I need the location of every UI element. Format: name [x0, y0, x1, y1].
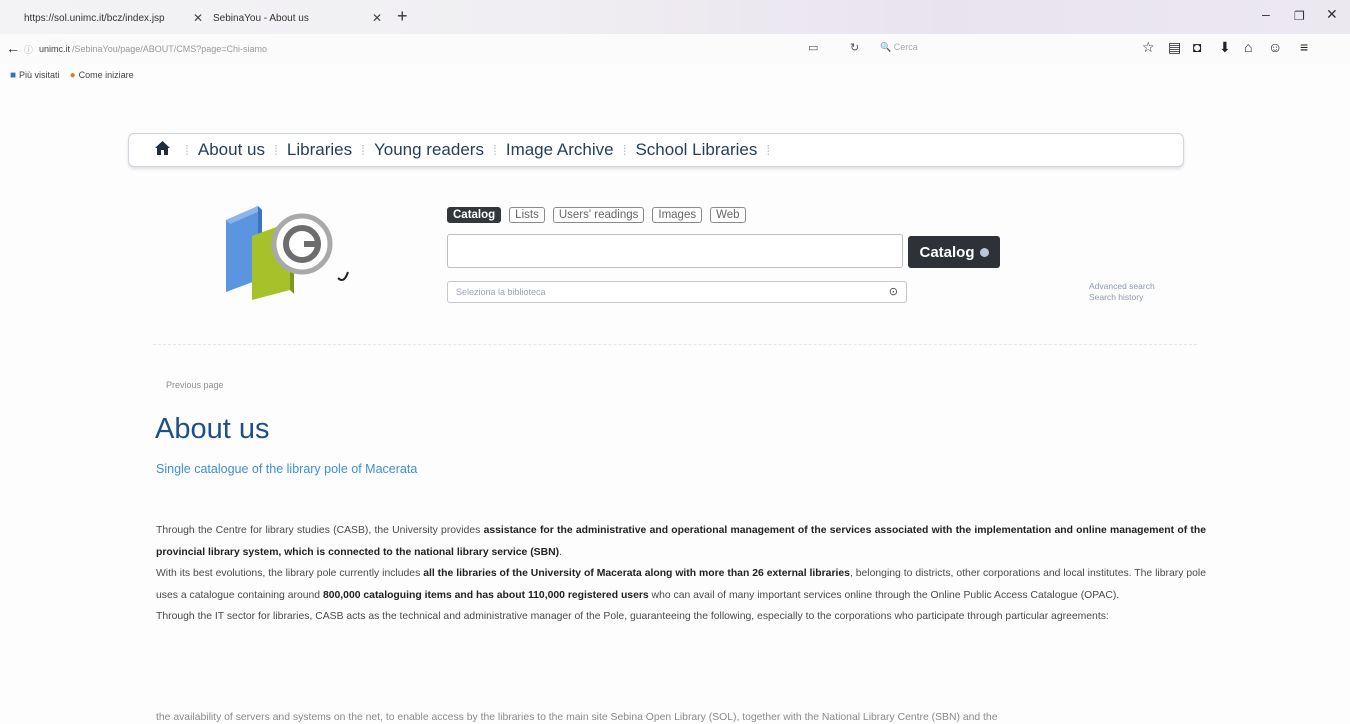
- article-body: Through the Centre for library studies (…: [156, 520, 1206, 628]
- tab-catalog[interactable]: Catalog: [447, 207, 502, 223]
- nav-separator: ⁞: [274, 142, 278, 158]
- browser-tab-sol[interactable]: https://sol.unimc.it/bcz/index.jsp ✕: [24, 9, 209, 27]
- browser-search-box[interactable]: 🔍 Cerca: [880, 42, 918, 53]
- search-history-link[interactable]: Search history: [1089, 292, 1155, 303]
- text: Through the Centre for library studies (…: [156, 525, 484, 536]
- back-arrow-icon[interactable]: ←: [6, 40, 20, 56]
- lock-icon: ⓘ: [24, 44, 34, 55]
- tab-lists[interactable]: Lists: [509, 207, 545, 223]
- tab-images[interactable]: Images: [652, 207, 703, 223]
- bookmarks-bar: ■ Più visitati ● Come iniziare: [0, 64, 1350, 86]
- home-icon[interactable]: [155, 141, 170, 159]
- main-navigation: ⁞ About us ⁞ Libraries ⁞ Young readers ⁞…: [128, 133, 1184, 167]
- divider: [153, 344, 1197, 345]
- star-icon[interactable]: ☆: [1142, 39, 1155, 56]
- search-links: Advanced search Search history: [1089, 281, 1155, 303]
- chevron-down-icon: ⊙: [888, 286, 898, 298]
- page-title: About us: [155, 413, 270, 445]
- close-tab-icon[interactable]: ✕: [366, 11, 388, 25]
- address-bar[interactable]: ⓘ unimc.it /SebinaYou/page/ABOUT/CMS?pag…: [24, 41, 784, 57]
- search-type-tabs: Catalog Lists Users' readings Images Web: [447, 207, 746, 223]
- firefox-icon: ●: [69, 69, 76, 81]
- tab-users-readings[interactable]: Users' readings: [552, 207, 645, 223]
- catalog-search-input[interactable]: [447, 234, 903, 268]
- nav-item-about-us[interactable]: About us: [198, 140, 265, 160]
- text: .: [559, 546, 562, 558]
- reload-icon[interactable]: ↻: [850, 41, 859, 54]
- browser-tab-bar: https://sol.unimc.it/bcz/index.jsp ✕ Seb…: [0, 0, 1350, 34]
- library-icon[interactable]: ▤: [1168, 39, 1181, 56]
- paragraph-1: Through the Centre for library studies (…: [156, 520, 1206, 563]
- nav-item-image-archive[interactable]: Image Archive: [506, 140, 614, 160]
- account-icon[interactable]: ☺: [1268, 39, 1282, 55]
- nav-separator: ⁞: [185, 142, 189, 158]
- close-window-icon[interactable]: ✕: [1326, 6, 1338, 23]
- bookmark-label: Più visitati: [19, 70, 60, 80]
- bold-text: 800,000 cataloguing items and has about …: [322, 589, 649, 601]
- home-icon[interactable]: ⌂: [1244, 39, 1252, 55]
- new-tab-icon[interactable]: +: [397, 6, 408, 27]
- library-select[interactable]: Seleziona la biblioteca ⊙: [447, 281, 907, 303]
- nav-separator: ⁞: [622, 142, 627, 158]
- nav-separator: ⁞: [492, 142, 497, 158]
- menu-icon[interactable]: ≡: [1300, 39, 1308, 55]
- catalog-button-label: Catalog: [919, 243, 975, 261]
- bookmark-icon: ■: [10, 69, 17, 81]
- tab-web[interactable]: Web: [710, 207, 746, 223]
- site-logo[interactable]: [218, 200, 358, 300]
- bookmark-most-visited[interactable]: ■ Più visitati: [10, 70, 60, 81]
- minimize-icon[interactable]: –: [1262, 6, 1270, 22]
- browser-nav-bar: ← ⓘ unimc.it /SebinaYou/page/ABOUT/CMS?p…: [0, 34, 1350, 64]
- pocket-icon[interactable]: ◘: [1193, 39, 1201, 55]
- paragraph-4-partial: the availability of servers and systems …: [156, 712, 998, 723]
- nav-item-libraries[interactable]: Libraries: [287, 140, 352, 160]
- url-path: /SebinaYou/page/ABOUT/CMS?page=Chi-siamo: [72, 44, 268, 54]
- bold-text: all the libraries of the University of M…: [423, 568, 850, 580]
- url-domain: unimc.it: [39, 44, 71, 54]
- paragraph-3: Through the IT sector for libraries, CAS…: [156, 611, 1109, 623]
- nav-separator: ⁞: [766, 142, 771, 158]
- bookmark-label: Come iniziare: [78, 70, 134, 80]
- close-tab-icon[interactable]: ✕: [187, 11, 209, 25]
- page-subtitle: Single catalogue of the library pole of …: [156, 462, 418, 476]
- reader-view-icon[interactable]: ▭: [808, 41, 818, 54]
- catalog-search-button[interactable]: Catalog: [908, 236, 1000, 268]
- browser-tab-about[interactable]: SebinaYou - About us ✕: [213, 9, 388, 27]
- chevron-right-icon: [979, 247, 989, 257]
- text: With its best evolutions, the library po…: [156, 568, 424, 580]
- nav-separator: ⁞: [361, 142, 365, 158]
- text: who can avail of many important services…: [648, 589, 1120, 601]
- paragraph-2: With its best evolutions, the library po…: [156, 563, 1206, 606]
- tab-label: SebinaYou - About us: [213, 12, 309, 24]
- search-placeholder: Cerca: [893, 42, 918, 52]
- previous-page-link[interactable]: Previous page: [166, 380, 224, 390]
- bookmark-getting-started[interactable]: ● Come iniziare: [70, 70, 134, 81]
- tab-label: https://sol.unimc.it/bcz/index.jsp: [24, 12, 165, 24]
- nav-item-young-readers[interactable]: Young readers: [374, 140, 484, 160]
- library-select-placeholder: Seleziona la biblioteca: [456, 287, 546, 297]
- download-icon[interactable]: ⬇: [1219, 39, 1231, 56]
- advanced-search-link[interactable]: Advanced search: [1089, 281, 1155, 292]
- nav-item-school-libraries[interactable]: School Libraries: [635, 140, 757, 160]
- maximize-icon[interactable]: ❐: [1294, 9, 1305, 23]
